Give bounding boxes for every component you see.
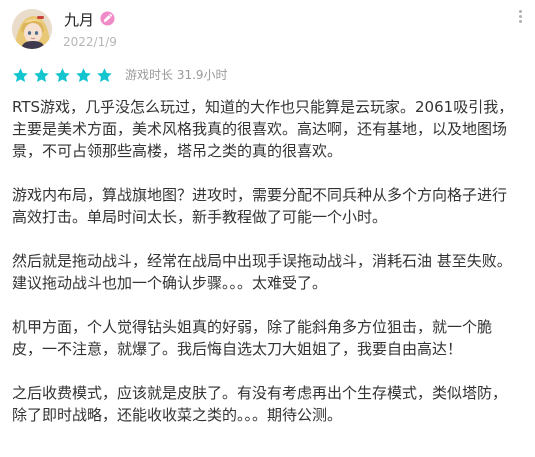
- avatar-image: [12, 9, 52, 49]
- star-rating: [12, 67, 113, 84]
- more-dot: [518, 20, 522, 23]
- review-date: 2022/1/9: [63, 35, 117, 49]
- review-paragraph: 之后收费模式，应该就是皮肤了。有没有考虑再出个生存模式，类似塔防，除了即时战略，…: [12, 384, 508, 424]
- more-vertical-icon: [518, 10, 522, 13]
- user-avatar[interactable]: [12, 9, 52, 49]
- star-icon: [55, 67, 70, 82]
- more-options-button[interactable]: [516, 8, 524, 28]
- review-paragraph: 机甲方面，个人觉得钻头姐真的好弱，除了能斜角多方位狙击，就一个脆皮，一不注意，就…: [12, 318, 493, 358]
- more-dot: [518, 15, 522, 18]
- review-paragraph: 游戏内布局，算战旗地图？进攻时，需要分配不同兵种从多个方向格子进行高效打击。单局…: [12, 186, 508, 226]
- review-paragraph: RTS游戏，几乎没怎么玩过，知道的大作也只能算是云玩家。2061吸引我，主要是美…: [12, 98, 514, 160]
- playtime-label: 游戏时长 31.9小时: [125, 68, 228, 82]
- user-name[interactable]: 九月: [64, 11, 94, 29]
- verified-badge-icon: [100, 11, 115, 26]
- review-paragraph: 然后就是拖动战斗，经常在战局中出现手误拖动战斗，消耗石油 甚至失败。建议拖动战斗…: [12, 252, 512, 292]
- star-icon: [76, 67, 91, 82]
- review-body: RTS游戏，几乎没怎么玩过，知道的大作也只能算是云玩家。2061吸引我，主要是美…: [12, 96, 517, 426]
- star-icon: [13, 67, 28, 82]
- star-icon: [97, 67, 112, 82]
- star-icon: [34, 67, 49, 82]
- rating-row: 游戏时长 31.9小时: [12, 66, 228, 84]
- review-card: 九月 2022/1/9 游戏时长 31.9小时 RTS游戏，几乎没怎么玩过，知道…: [0, 0, 535, 457]
